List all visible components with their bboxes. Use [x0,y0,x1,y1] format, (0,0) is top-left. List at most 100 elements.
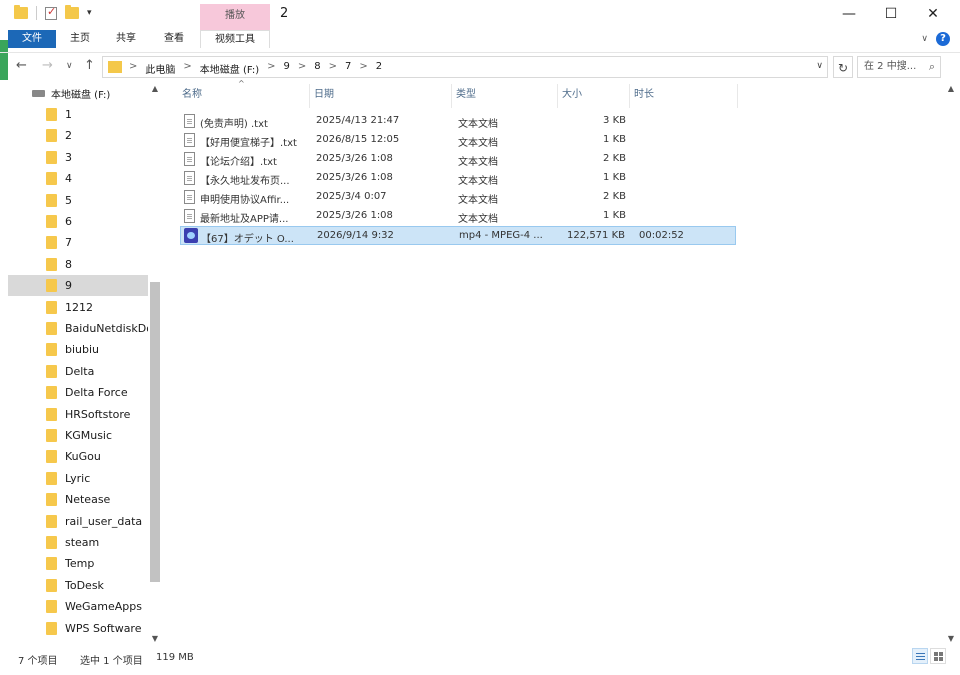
sidebar-item-folder[interactable]: Netease [8,489,148,510]
address-dropdown-icon[interactable]: ∨ [816,61,823,71]
file-type: mp4 - MPEG-4 ... [459,230,543,241]
sidebar-item-folder[interactable]: BaiduNetdiskDov [8,318,148,339]
sidebar-item-folder[interactable]: Lyric [8,468,148,489]
sidebar-item-drive-f[interactable]: 本地磁盘 (F:) [32,86,110,101]
sidebar-item-folder[interactable]: Delta Force [8,382,148,403]
folder-icon [108,61,122,73]
column-header-type[interactable]: 类型 [452,84,558,108]
column-header-name[interactable]: 名称 [178,84,310,108]
tab-file[interactable]: 文件 [8,30,56,48]
large-icons-view-button[interactable] [930,648,946,664]
sidebar-item-folder[interactable]: biubiu [8,339,148,360]
file-row[interactable]: 最新地址及APP请... 2025/3/26 1:08 文本文档 1 KB [180,207,736,226]
content-scrollbar[interactable] [944,82,958,644]
file-row[interactable]: 【好用便宜梯子】.txt 2026/8/15 12:05 文本文档 1 KB [180,131,736,150]
sidebar-item-folder[interactable]: steam [8,532,148,553]
sidebar-item-folder[interactable]: rail_user_data [8,511,148,532]
folder-icon [46,236,57,250]
column-header-duration[interactable]: 时长 [630,84,738,108]
file-row[interactable]: 申明使用协议Affir... 2025/3/4 0:07 文本文档 2 KB [180,188,736,207]
up-button[interactable]: ↑ [84,58,95,73]
breadcrumb-folder-9[interactable]: 9 [284,61,290,76]
refresh-button[interactable]: ↻ [833,56,853,78]
sidebar-item-folder[interactable]: 5 [8,190,148,211]
file-row[interactable]: 【永久地址发布页... 2025/3/26 1:08 文本文档 1 KB [180,169,736,188]
sidebar-item-folder[interactable]: 3 [8,147,148,168]
breadcrumb-separator[interactable]: > [298,61,306,76]
folder-icon [46,536,57,549]
sidebar-item-folder[interactable]: 1 [8,104,148,125]
address-bar[interactable]: > 此电脑 > 本地磁盘 (F:) > 9 > 8 > 7 > 2 ∨ [102,56,828,78]
window-title: 2 [280,6,289,21]
sidebar-item-folder[interactable]: HRSoftstore [8,404,148,425]
text-file-icon [184,152,195,166]
sidebar-item-folder[interactable]: KuGou [8,446,148,467]
properties-icon[interactable] [45,5,57,20]
content-scroll-down-icon[interactable]: ▼ [944,634,958,643]
sidebar-scroll-down-icon[interactable]: ▼ [148,634,162,643]
sidebar-item-folder[interactable]: WPS Software [8,618,148,639]
search-icon[interactable]: ⌕ [929,57,935,77]
sidebar-item-label: Delta Force [65,386,128,400]
customize-toolbar-icon[interactable]: ▾ [87,8,92,18]
sidebar-scroll-thumb[interactable] [150,282,160,582]
sidebar-item-folder[interactable]: ToDesk [8,575,148,596]
tab-view[interactable]: 查看 [156,30,192,48]
breadcrumb-this-pc[interactable]: 此电脑 [145,61,175,76]
toolbar-divider [36,6,37,20]
sidebar-item-folder[interactable]: 2 [8,125,148,146]
folder-icon [46,364,57,378]
content-scroll-up-icon[interactable]: ▲ [944,84,958,93]
folder-icon [46,257,57,271]
folder-icon [46,386,57,400]
sidebar-scroll-up-icon[interactable]: ▲ [148,84,162,93]
folder-icon[interactable] [14,5,28,19]
column-headers: 名称 日期 类型 大小 时长 [178,84,738,108]
file-row[interactable]: 【论坛介绍】.txt 2025/3/26 1:08 文本文档 2 KB [180,150,736,169]
new-folder-icon[interactable] [65,5,79,19]
breadcrumb-drive-f[interactable]: 本地磁盘 (F:) [200,61,259,76]
breadcrumb-folder-7[interactable]: 7 [345,61,351,76]
sidebar-item-folder[interactable]: 9 [8,275,148,297]
help-icon[interactable]: ? [936,32,950,46]
tab-home[interactable]: 主页 [62,30,98,48]
sidebar-item-folder[interactable]: Delta [8,361,148,382]
breadcrumb-separator[interactable]: > [329,61,337,76]
sidebar-item-folder[interactable]: 8 [8,254,148,275]
sidebar-item-folder[interactable]: WeGameApps [8,596,148,617]
sidebar-item-label: WPS Software [65,621,142,635]
column-header-date[interactable]: 日期 [310,84,452,108]
recent-locations-button[interactable]: ∨ [66,61,73,71]
breadcrumb-folder-2[interactable]: 2 [376,61,382,76]
sidebar-item-folder[interactable]: 1212 [8,297,148,318]
forward-button[interactable]: → [42,58,53,73]
maximize-button[interactable]: ☐ [868,0,914,28]
search-input[interactable]: 在 2 中搜... ⌕ [857,56,941,78]
tab-share[interactable]: 共享 [108,30,144,48]
column-header-size[interactable]: 大小 [558,84,630,108]
breadcrumb-separator[interactable]: > [267,61,275,76]
ribbon-collapse-icon[interactable]: ∨ [921,34,928,44]
folder-icon [46,600,57,614]
folder-icon [46,300,57,314]
sidebar-item-label: 7 [65,236,72,250]
minimize-button[interactable]: — [826,0,872,28]
folder-icon [46,578,57,592]
selected-size: 119 MB [156,652,194,663]
sidebar-item-folder[interactable]: KGMusic [8,425,148,446]
sidebar-item-folder[interactable]: 6 [8,211,148,232]
ribbon-tabs: 文件 主页 共享 查看 视频工具 ∨ ? [0,30,960,48]
breadcrumb-separator[interactable]: > [359,61,367,76]
sidebar-item-folder[interactable]: 4 [8,168,148,189]
context-tab-play[interactable]: 播放 [200,4,270,30]
breadcrumb-folder-8[interactable]: 8 [314,61,320,76]
sidebar-item-folder[interactable]: Temp [8,553,148,574]
details-view-button[interactable] [912,648,928,664]
file-row[interactable]: (免责声明) .txt 2025/4/13 21:47 文本文档 3 KB [180,112,736,131]
breadcrumb-separator[interactable]: > [183,61,191,76]
back-button[interactable]: ← [16,58,27,73]
file-row[interactable]: 【67】オデット O... 2026/9/14 9:32 mp4 - MPEG-4 … [180,226,736,245]
close-button[interactable]: ✕ [910,0,956,28]
sidebar-item-folder[interactable]: 7 [8,232,148,253]
tab-video-tools[interactable]: 视频工具 [200,30,270,48]
